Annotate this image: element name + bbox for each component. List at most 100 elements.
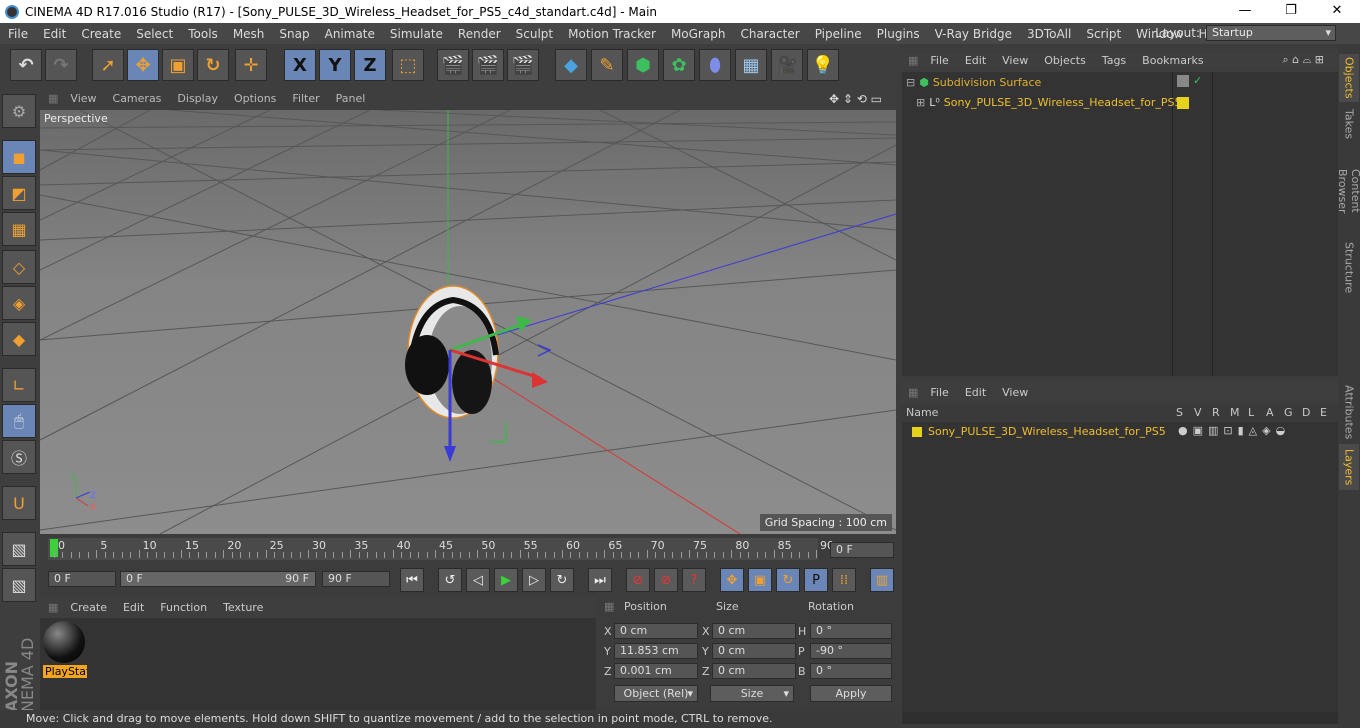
layer-menu-file[interactable]: File — [922, 386, 956, 399]
point-mode-icon[interactable]: ◇ — [2, 250, 36, 284]
menu-snap[interactable]: Snap — [271, 27, 316, 41]
render-settings-icon[interactable]: 🎬 — [507, 49, 539, 81]
key-rotation-icon[interactable]: ↻ — [776, 568, 800, 592]
menu-mesh[interactable]: Mesh — [225, 27, 272, 41]
key-parameter-button[interactable]: P — [804, 568, 828, 592]
object-row-subdivision[interactable]: ⊟ ⬢ Subdivision Surface — [906, 76, 1041, 89]
viewport-menu-filter[interactable]: Filter — [284, 92, 327, 105]
tab-content-browser[interactable]: Content Browser — [1336, 146, 1360, 236]
apply-button[interactable]: Apply — [810, 685, 892, 702]
previous-key-icon[interactable]: ↺ — [438, 568, 462, 592]
obj-menu-file[interactable]: File — [922, 54, 956, 67]
start-frame-field[interactable]: 0 F — [48, 571, 116, 587]
menu-animate[interactable]: Animate — [317, 27, 382, 41]
play-forward-icon[interactable]: ▶ — [494, 568, 518, 592]
record-active-icon[interactable]: ⊘ — [626, 568, 650, 592]
tree-collapse-icon[interactable]: ⊟ — [906, 76, 915, 89]
go-to-start-icon[interactable]: ⏮ — [400, 568, 424, 592]
key-pla-icon[interactable]: ⁞⁞ — [832, 568, 856, 592]
undo-icon[interactable]: ↶ — [10, 49, 42, 81]
axis-mode-icon[interactable]: ∟ — [2, 368, 36, 402]
y-axis-lock-button[interactable]: Y — [319, 49, 351, 81]
material-menu-edit[interactable]: Edit — [115, 601, 152, 614]
model-mode-icon[interactable]: ◼ — [2, 140, 36, 174]
tab-structure[interactable]: Structure — [1339, 240, 1359, 296]
go-to-end-icon[interactable]: ⏭ — [588, 568, 612, 592]
timeline-window-icon[interactable]: ▥ — [870, 568, 894, 592]
maximize-button[interactable]: ❐ — [1268, 0, 1314, 23]
obj-menu-bookmarks[interactable]: Bookmarks — [1134, 54, 1211, 67]
tree-expand-icon[interactable]: ⊞ — [916, 96, 925, 109]
camera-icon[interactable]: 🎥 — [771, 49, 803, 81]
menu-edit[interactable]: Edit — [35, 27, 73, 41]
layout-dropdown[interactable]: Startup — [1206, 25, 1336, 41]
tab-attributes[interactable]: Attributes — [1339, 384, 1359, 440]
menu-sculpt[interactable]: Sculpt — [508, 27, 560, 41]
obj-menu-tags[interactable]: Tags — [1094, 54, 1134, 67]
minimize-button[interactable]: — — [1222, 0, 1268, 23]
current-frame-field[interactable]: 0 F — [830, 542, 894, 558]
z-axis-lock-button[interactable]: Z — [354, 49, 386, 81]
size-y-field[interactable]: 0 cm — [712, 643, 796, 659]
rot-h-field[interactable]: 0 ° — [810, 623, 892, 639]
pos-y-field[interactable]: 11.853 cm — [614, 643, 698, 659]
next-key-icon[interactable]: ↻ — [550, 568, 574, 592]
close-button[interactable]: ✕ — [1314, 0, 1360, 23]
material-swatch[interactable]: PlayStat — [43, 621, 87, 678]
workplane-lock-icon[interactable]: ▧ — [2, 532, 36, 566]
menu-pipeline[interactable]: Pipeline — [807, 27, 869, 41]
subdivision-tag-icon[interactable] — [1177, 75, 1189, 87]
layer-menu-view[interactable]: View — [994, 386, 1036, 399]
workplane-mode-icon[interactable]: ▦ — [2, 212, 36, 246]
previous-frame-icon[interactable]: ◁ — [466, 568, 490, 592]
3d-viewport[interactable]: Y Z X Perspective Grid Spacing : 100 cm — [40, 110, 896, 534]
end-frame-field[interactable]: 90 F — [322, 571, 390, 587]
coordinate-system-icon[interactable]: ⬚ — [392, 49, 424, 81]
menu-motion-tracker[interactable]: Motion Tracker — [560, 27, 663, 41]
tab-objects[interactable]: Objects — [1339, 54, 1359, 102]
obj-menu-objects[interactable]: Objects — [1036, 54, 1094, 67]
enabled-check-icon[interactable]: ✓ — [1193, 74, 1202, 87]
render-view-icon[interactable]: 🎬 — [437, 49, 469, 81]
material-menu-function[interactable]: Function — [152, 601, 215, 614]
viewport-menu-display[interactable]: Display — [169, 92, 226, 105]
tweak-mode-icon[interactable]: 🖱 — [2, 404, 36, 438]
pos-z-field[interactable]: 0.001 cm — [614, 663, 698, 679]
menu-render[interactable]: Render — [450, 27, 508, 41]
planar-workplane-icon[interactable]: ▧ — [2, 568, 36, 602]
object-row-headset[interactable]: ⊞ L⁰ Sony_PULSE_3D_Wireless_Headset_for_… — [916, 96, 1182, 109]
scale-tool-icon[interactable]: ▣ — [162, 49, 194, 81]
rot-b-field[interactable]: 0 ° — [810, 663, 892, 679]
size-mode-dropdown[interactable]: Size — [710, 685, 794, 702]
key-position-icon[interactable]: ✥ — [720, 568, 744, 592]
viewport-menu-view[interactable]: View — [62, 92, 104, 105]
deformer-icon[interactable]: ⬮ — [699, 49, 731, 81]
rot-p-field[interactable]: -90 ° — [810, 643, 892, 659]
obj-menu-edit[interactable]: Edit — [957, 54, 994, 67]
render-picture-viewer-icon[interactable]: 🎬 — [472, 49, 504, 81]
viewport-menu-cameras[interactable]: Cameras — [105, 92, 170, 105]
viewport-navigation-icons[interactable]: ✥ ⇕ ⟲ ▭ — [821, 92, 890, 106]
layer-scrollbar[interactable] — [902, 712, 1338, 724]
menu-plugins[interactable]: Plugins — [869, 27, 927, 41]
menu-create[interactable]: Create — [73, 27, 128, 41]
live-selection-icon[interactable]: ✛ — [235, 49, 267, 81]
solo-mode-icon[interactable]: Ⓢ — [2, 440, 36, 474]
size-x-field[interactable]: 0 cm — [712, 623, 796, 639]
menu-vray-bridge[interactable]: V-Ray Bridge — [927, 27, 1019, 41]
menu-simulate[interactable]: Simulate — [382, 27, 450, 41]
object-search-icon[interactable]: ⌕ ⌂ ⌓ ⊞ — [1274, 53, 1332, 67]
cube-primitive-icon[interactable]: ◆ — [555, 49, 587, 81]
menu-select[interactable]: Select — [128, 27, 180, 41]
viewport-menu-panel[interactable]: Panel — [328, 92, 374, 105]
coordinate-mode-dropdown[interactable]: Object (Rel) — [614, 685, 698, 702]
layer-flag-icons[interactable]: ●▣▥⊡▮◬◈◒ — [1178, 424, 1290, 437]
obj-menu-view[interactable]: View — [994, 54, 1036, 67]
edge-mode-icon[interactable]: ◈ — [2, 286, 36, 320]
floor-scene-icon[interactable]: ▦ — [735, 49, 767, 81]
menu-file[interactable]: File — [0, 27, 35, 41]
keyframe-selection-icon[interactable]: ? — [682, 568, 706, 592]
redo-icon[interactable]: ↷ — [45, 49, 77, 81]
timeline[interactable]: 0 5 10 15 20 25 30 35 40 45 50 55 60 65 70 75 80 85 90 0 F — [40, 535, 896, 565]
make-editable-icon[interactable]: ⚙ — [2, 94, 36, 128]
